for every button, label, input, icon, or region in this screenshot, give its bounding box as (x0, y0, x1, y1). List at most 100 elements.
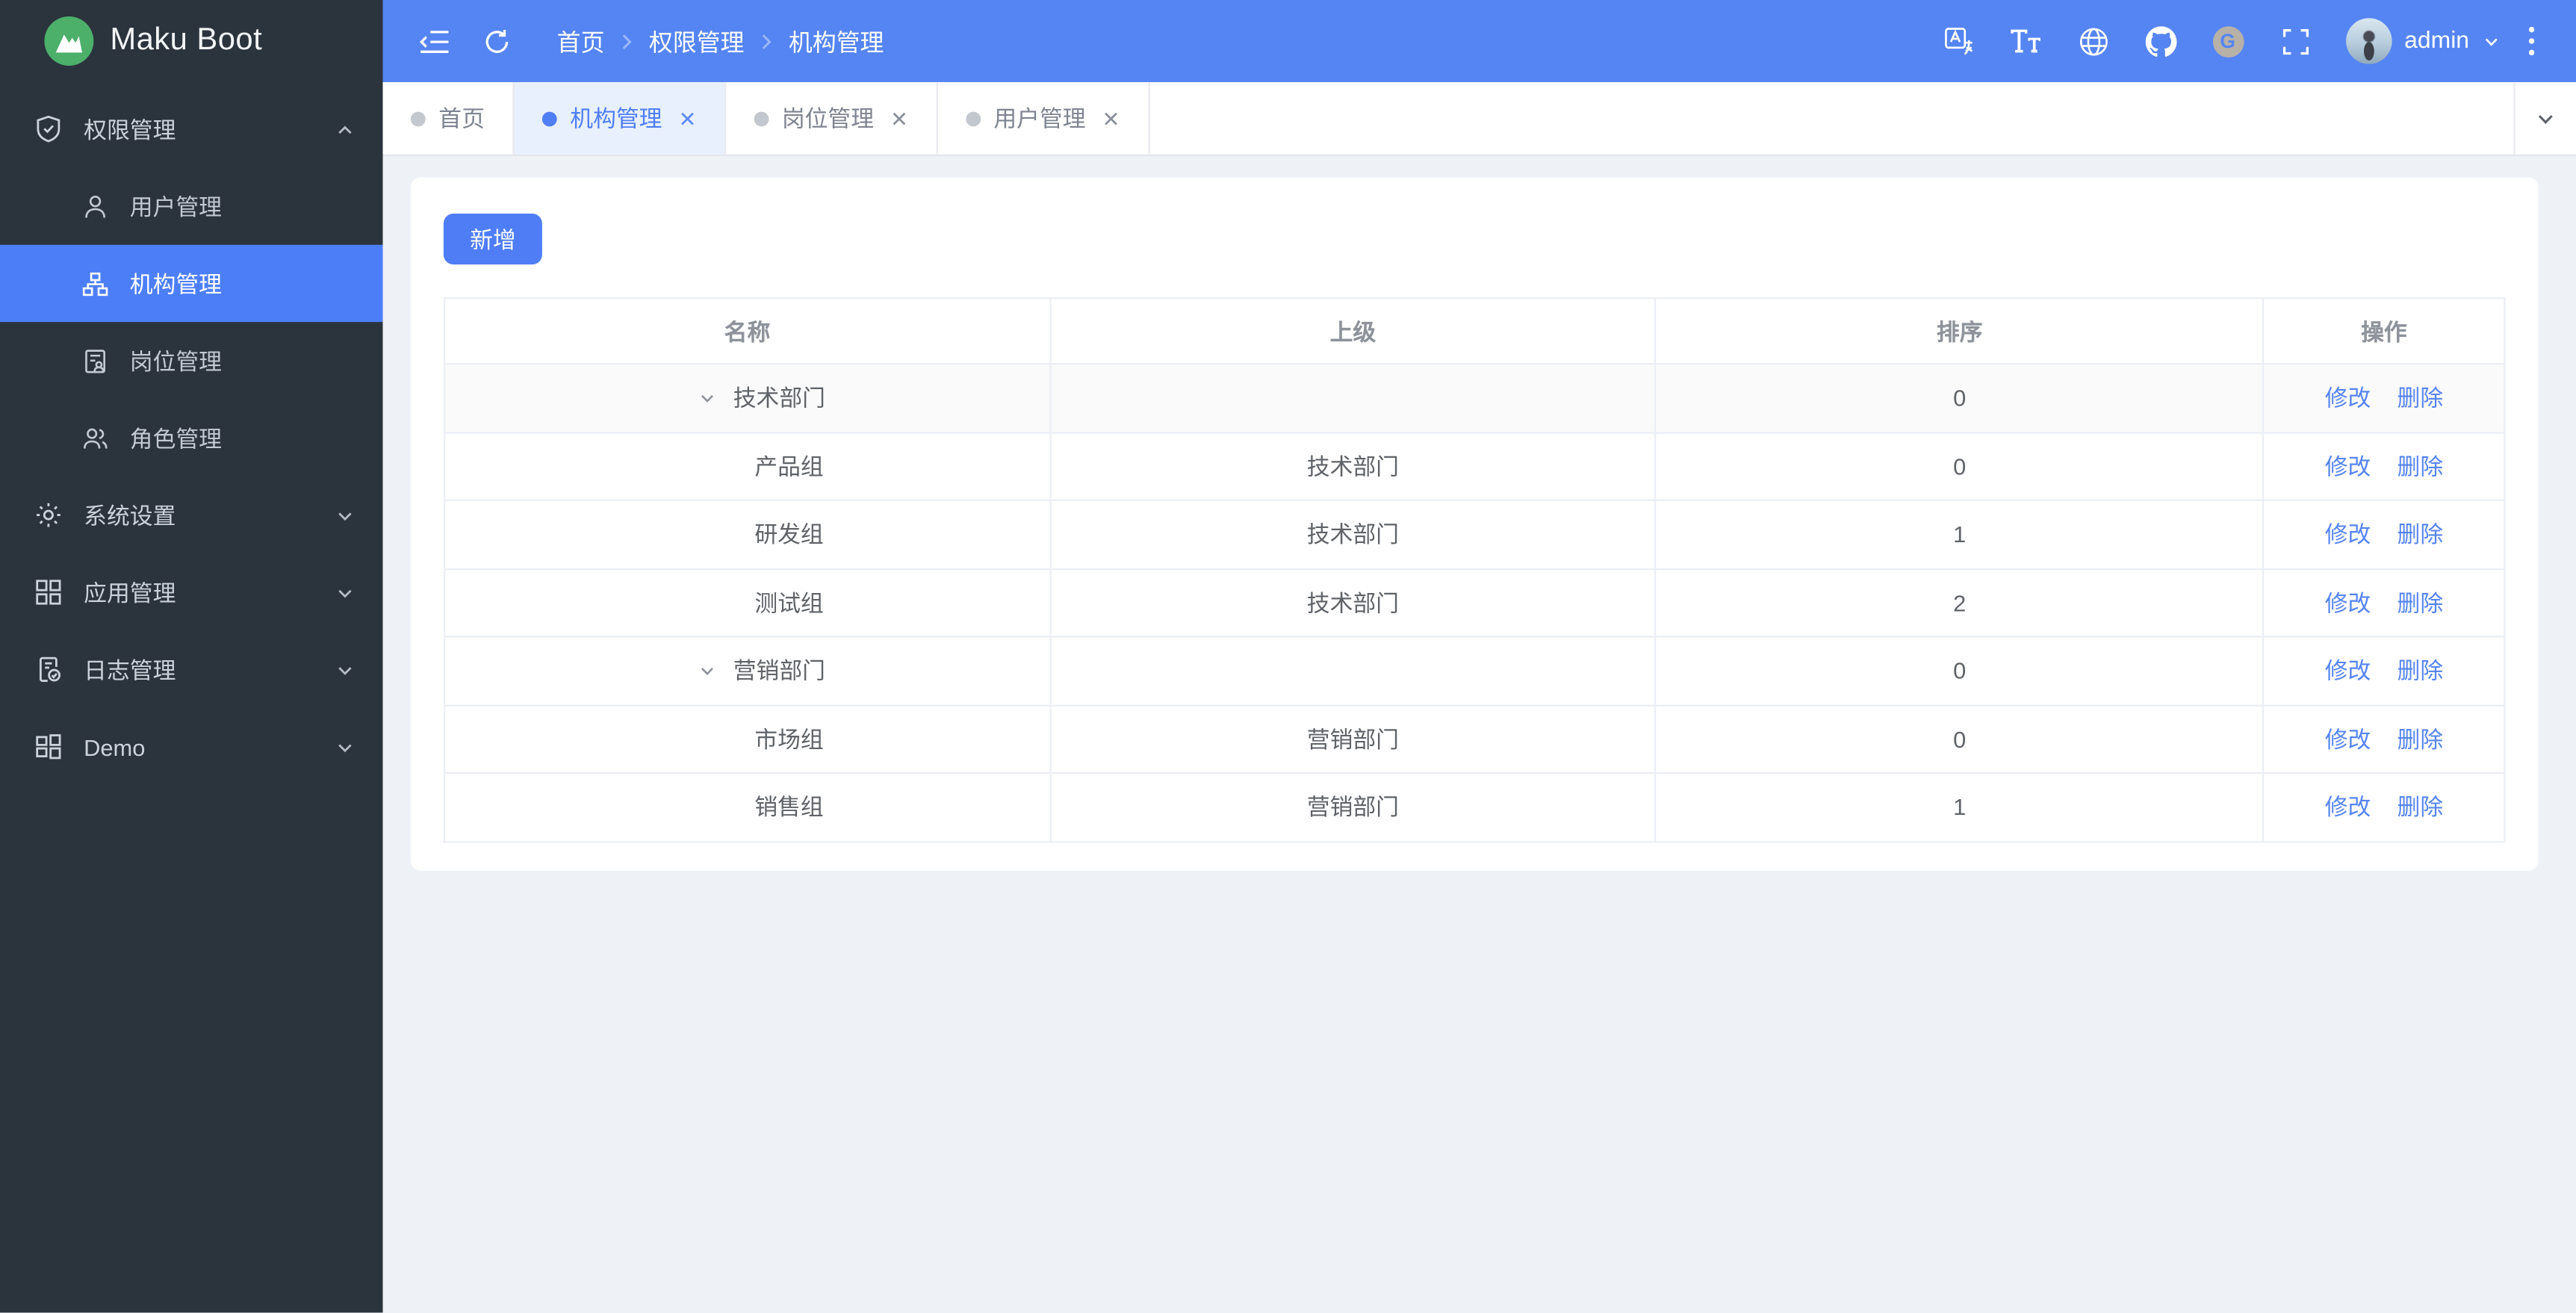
add-button[interactable]: 新增 (443, 213, 542, 265)
column-header-actions: 操作 (2263, 298, 2505, 365)
content-area: 新增 名称 上级 排序 操作 技术部门 0 修改 删除 产品组 技术部门 0 修… (383, 156, 2576, 1313)
chevron-down-icon (338, 589, 352, 597)
chevron-down-icon (338, 512, 352, 521)
menu-fold-icon[interactable] (403, 0, 465, 82)
edit-link[interactable]: 修改 (2325, 726, 2371, 752)
sidebar-item-post-mgmt[interactable]: 岗位管理 (0, 322, 383, 399)
delete-link[interactable]: 删除 (2397, 521, 2444, 547)
tab-label: 机构管理 (570, 105, 662, 131)
language-icon[interactable] (1925, 0, 1992, 82)
delete-link[interactable]: 删除 (2397, 726, 2444, 752)
font-size-icon[interactable] (1992, 0, 2059, 82)
delete-link[interactable]: 删除 (2397, 657, 2444, 683)
actions-cell: 修改 删除 (2263, 364, 2505, 433)
sidebar-group-label: Demo (84, 733, 146, 760)
delete-link[interactable]: 删除 (2397, 794, 2444, 820)
sidebar-group-permission[interactable]: 权限管理 (0, 90, 383, 167)
table-row: 产品组 技术部门 0 修改 删除 (444, 432, 2505, 501)
sort-cell: 1 (1655, 500, 2265, 570)
column-header-name: 名称 (444, 298, 1052, 365)
sidebar-item-label: 用户管理 (129, 193, 222, 220)
user-menu[interactable]: admin (2344, 18, 2501, 64)
tab-dot (541, 111, 557, 126)
table-row: 研发组 技术部门 1 修改 删除 (444, 500, 2505, 570)
close-tab-icon[interactable]: ✕ (1102, 108, 1120, 129)
actions-cell: 修改 删除 (2263, 704, 2505, 775)
gitee-icon[interactable]: G (2194, 0, 2262, 82)
breadcrumb-current: 机构管理 (788, 30, 884, 57)
sidebar-item-label: 机构管理 (129, 270, 222, 297)
tab-home[interactable]: 首页 (383, 81, 515, 155)
sidebar-group-apps[interactable]: 应用管理 (0, 553, 383, 630)
org-name: 营销部门 (733, 657, 825, 684)
delete-link[interactable]: 删除 (2397, 589, 2444, 615)
sidebar-item-label: 岗位管理 (129, 347, 222, 374)
breadcrumb-home[interactable]: 首页 (557, 24, 605, 58)
table-header-row: 名称 上级 排序 操作 (444, 298, 2505, 365)
chevron-down-icon (338, 666, 352, 674)
org-chart-icon (82, 271, 108, 296)
breadcrumb: 首页 权限管理 机构管理 (557, 24, 884, 58)
parent-cell: 营销部门 (1049, 704, 1657, 775)
github-icon[interactable] (2126, 0, 2194, 82)
sidebar-group-logs[interactable]: 日志管理 (0, 631, 383, 708)
fullscreen-icon[interactable] (2262, 0, 2329, 82)
org-name: 研发组 (754, 521, 824, 548)
refresh-icon[interactable] (465, 0, 527, 82)
parent-cell (1049, 364, 1657, 433)
tab-label: 用户管理 (993, 105, 1086, 131)
tab-post-mgmt[interactable]: 岗位管理 ✕ (726, 81, 938, 155)
breadcrumb-permission[interactable]: 权限管理 (649, 24, 745, 58)
sidebar-item-user-mgmt[interactable]: 用户管理 (0, 167, 383, 244)
sidebar-group-label: 系统设置 (84, 501, 176, 529)
sidebar-group-label: 权限管理 (84, 116, 176, 143)
org-mgmt-card: 新增 名称 上级 排序 操作 技术部门 0 修改 删除 产品组 技术部门 0 修… (410, 177, 2539, 871)
tab-org-mgmt[interactable]: 机构管理 ✕ (514, 81, 727, 155)
sort-cell: 2 (1655, 568, 2265, 638)
edit-link[interactable]: 修改 (2325, 453, 2371, 479)
sidebar-group-demo[interactable]: Demo (0, 708, 383, 785)
edit-link[interactable]: 修改 (2325, 657, 2371, 683)
app-title: Maku Boot (110, 22, 263, 58)
parent-cell: 技术部门 (1049, 568, 1657, 638)
globe-icon[interactable] (2059, 0, 2126, 82)
tab-label: 首页 (438, 105, 485, 131)
app-logo: Maku Boot (0, 0, 383, 82)
delete-link[interactable]: 删除 (2397, 385, 2444, 411)
header-actions: G admin (1925, 0, 2553, 82)
actions-cell: 修改 删除 (2263, 772, 2505, 842)
apps-icon (36, 734, 61, 760)
top-header: 首页 权限管理 机构管理 G admin (382, 0, 2576, 82)
tab-user-mgmt[interactable]: 用户管理 ✕ (938, 81, 1150, 155)
org-name: 产品组 (754, 453, 824, 479)
parent-cell (1049, 636, 1657, 706)
edit-link[interactable]: 修改 (2325, 385, 2371, 411)
sidebar-item-role-mgmt[interactable]: 角色管理 (0, 400, 383, 477)
edit-link[interactable]: 修改 (2325, 794, 2371, 820)
breadcrumb-separator-icon (759, 32, 774, 50)
grid-icon (36, 580, 61, 605)
org-name: 市场组 (754, 725, 824, 752)
delete-link[interactable]: 删除 (2397, 453, 2444, 479)
expand-caret-icon[interactable] (695, 662, 719, 680)
edit-link[interactable]: 修改 (2325, 589, 2371, 615)
sidebar-item-org-mgmt[interactable]: 机构管理 (0, 244, 383, 323)
table-row: 营销部门 0 修改 删除 (444, 636, 2505, 706)
edit-link[interactable]: 修改 (2325, 521, 2371, 547)
more-options-icon[interactable] (2510, 0, 2553, 82)
app-window: Maku Boot 权限管理 用户管理 机构管理 岗位管理 角色管理 系统设置 … (0, 0, 2576, 1313)
sort-cell: 0 (1655, 432, 2265, 501)
actions-cell: 修改 删除 (2263, 568, 2505, 638)
chevron-down-icon (2485, 37, 2498, 46)
username: admin (2404, 28, 2470, 55)
expand-caret-icon[interactable] (695, 390, 719, 408)
gear-icon (36, 503, 60, 527)
close-tab-icon[interactable]: ✕ (678, 108, 696, 129)
close-tab-icon[interactable]: ✕ (890, 108, 908, 129)
table-row: 销售组 营销部门 1 修改 删除 (444, 772, 2505, 842)
breadcrumb-separator-icon (619, 32, 634, 50)
sidebar-group-label: 应用管理 (84, 579, 176, 606)
sidebar-group-system[interactable]: 系统设置 (0, 477, 383, 553)
table-row: 市场组 营销部门 0 修改 删除 (444, 704, 2505, 775)
tab-dropdown-icon[interactable] (2513, 81, 2576, 155)
